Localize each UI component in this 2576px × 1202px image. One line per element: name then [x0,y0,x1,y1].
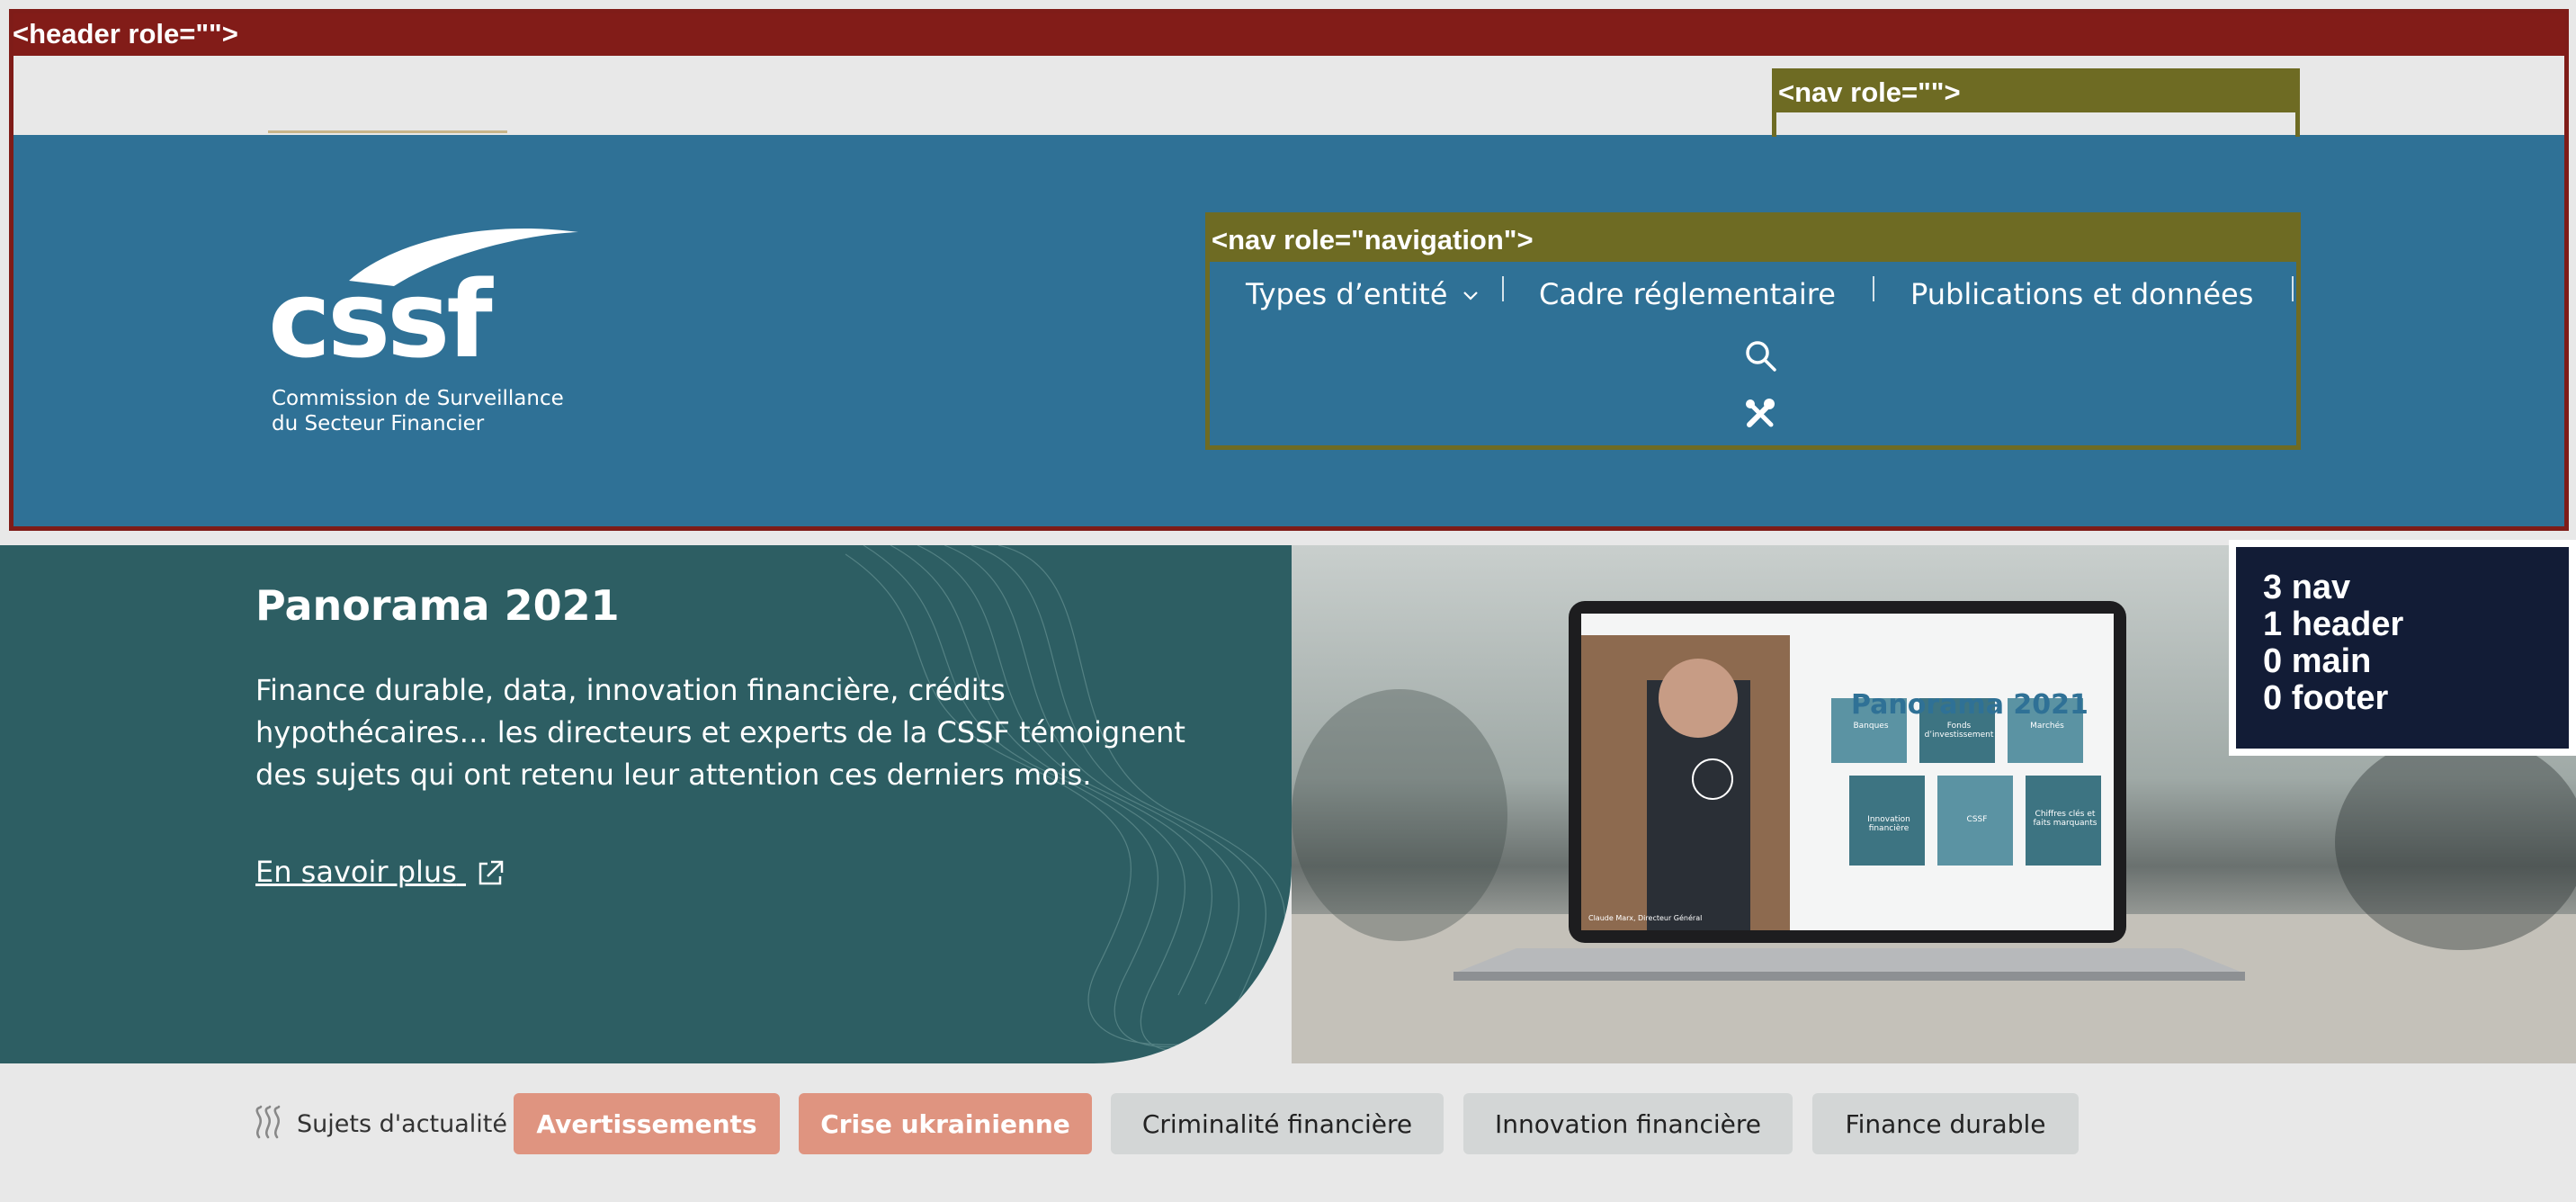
topics-label: Sujets d'actualité [297,1110,507,1138]
count-nav: 3 nav [2263,569,2351,606]
screen-tile: Banques [1853,722,1889,731]
chevron-down-icon [1462,292,1478,300]
learn-more-link[interactable]: En savoir plus [255,855,505,889]
tools-icon[interactable] [1742,396,1778,432]
nav-item-label: Publications et données [1910,277,2254,311]
count-footer: 0 footer [2263,679,2389,717]
screen-caption: Claude Marx, Directeur Général [1588,914,1703,922]
top-nav-landmark-label: <nav role=""> [1776,73,2295,112]
cssf-logo[interactable]: cssf Commission de Surveillance du Secte… [268,225,578,441]
screen-tile: Innovation financière [1867,815,1910,833]
nav-item-label: Cadre réglementaire [1539,277,1836,311]
screen-panorama-title: Panorama 2021 [1851,689,2089,721]
topic-chip-finance-durable[interactable]: Finance durable [1812,1093,2079,1154]
count-header: 1 header [2263,605,2404,643]
screen-tile: CSSF [1966,815,1988,824]
guilloche-pattern [845,545,1292,1052]
hero-description: Finance durable, data, innovation financ… [255,673,1185,792]
topic-chip-avertissements[interactable]: Avertissements [514,1093,780,1154]
heat-icon [255,1105,281,1139]
logo-subtitle-line2: du Secteur Financier [272,412,485,435]
screen-tile: Marchés [2030,722,2064,731]
nav-item-label: Types d’entité [1246,277,1448,311]
learn-more-label: En savoir plus [255,855,457,889]
count-main: 0 main [2263,642,2372,680]
hero-title: Panorama 2021 [255,581,620,630]
nav-separator [2292,276,2294,301]
top-nav-landmark: <nav role=""> [1772,68,2300,137]
main-nav-landmark-text: <nav role="navigation"> [1212,224,1534,256]
topic-chip-crise-ukrainienne[interactable]: Crise ukrainienne [799,1093,1092,1154]
nav-item-types-entite[interactable]: Types d’entité [1246,276,1479,312]
topic-chip-criminalite[interactable]: Criminalité financière [1111,1093,1444,1154]
main-nav-landmark-label: <nav role="navigation"> [1210,217,2296,262]
landmark-count-panel: 3 nav 1 header 0 main 0 footer [2229,540,2576,756]
nav-separator [1873,276,1874,301]
external-link-icon [479,860,504,885]
hero-panel [0,545,1292,1063]
nav-separator [1502,276,1504,301]
top-nav-landmark-text: <nav role=""> [1778,76,1961,108]
logo-subtitle-line1: Commission de Surveillance [272,387,564,410]
screen-tile: Fonds d’investissement [1924,722,1994,740]
search-icon[interactable] [1742,337,1778,373]
nav-item-publications[interactable]: Publications et données [1910,276,2253,312]
topic-chip-innovation[interactable]: Innovation financière [1463,1093,1793,1154]
nav-item-cadre-reglementaire[interactable]: Cadre réglementaire [1539,276,1836,312]
screen-tile: Chiffres clés et faits marquants [2033,810,2097,828]
logo-wordmark: cssf [268,257,493,381]
